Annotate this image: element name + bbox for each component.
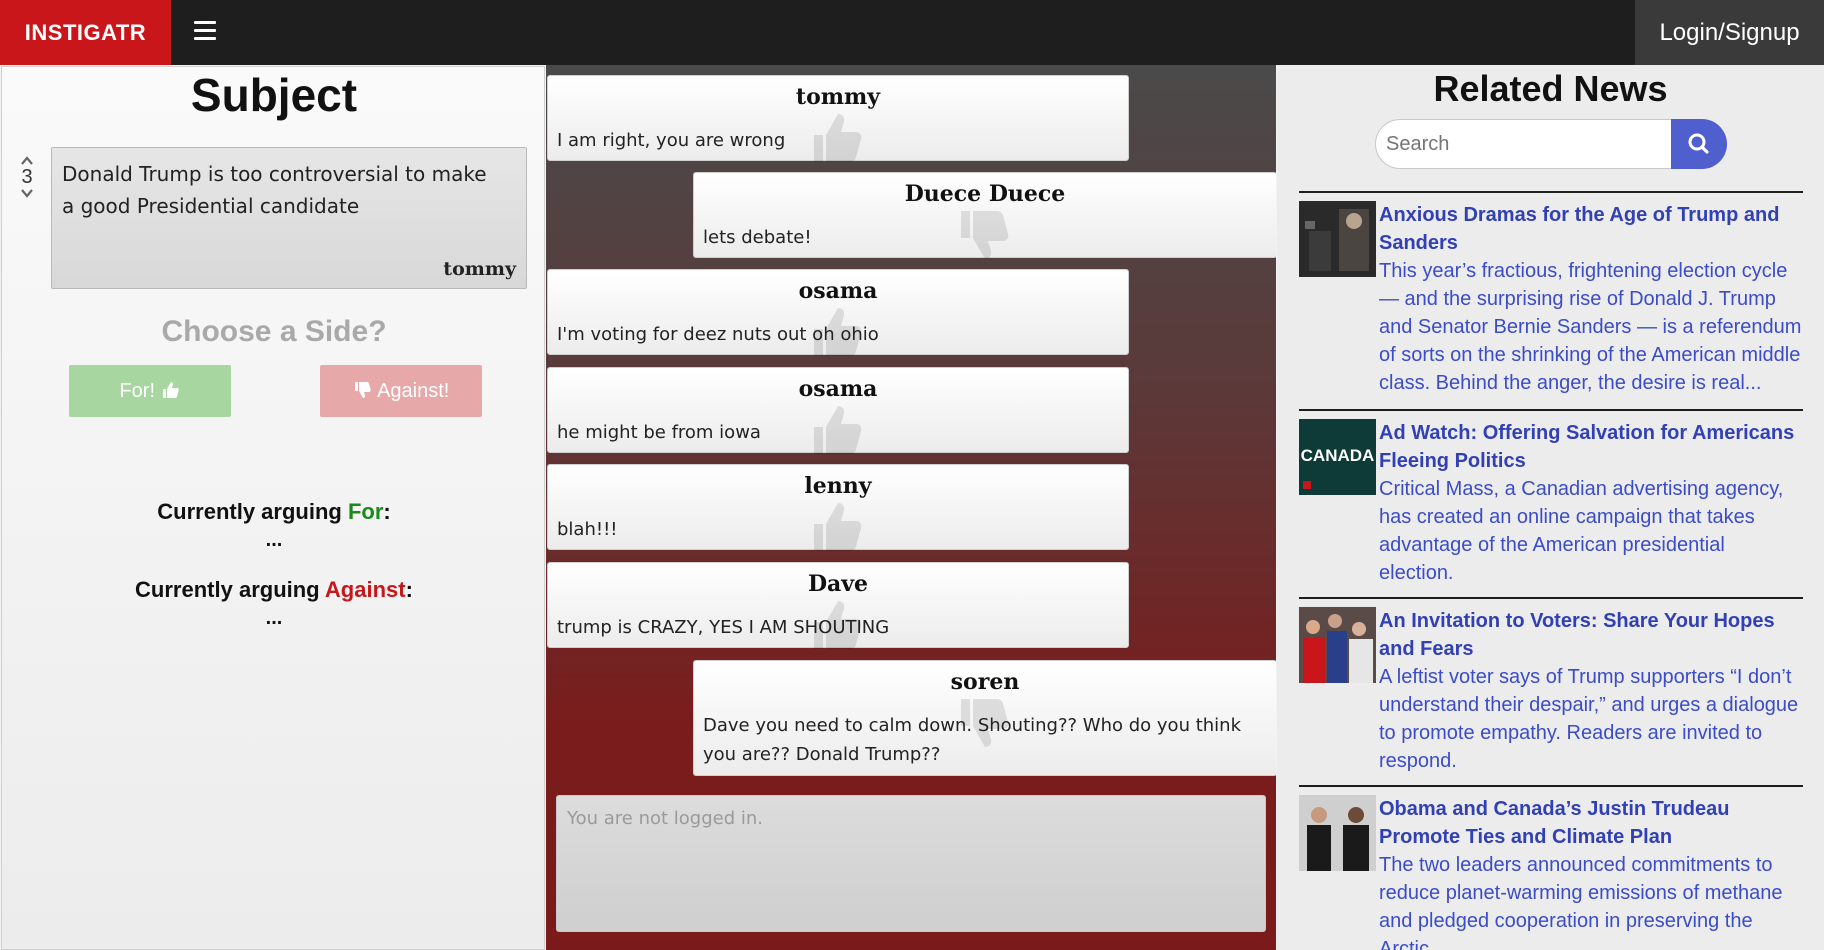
currently-arguing-against: Currently arguing Against: bbox=[2, 577, 546, 603]
news-search-input[interactable] bbox=[1376, 120, 1666, 168]
news-thumbnail bbox=[1299, 201, 1376, 277]
news-description: The two leaders announced commitments to… bbox=[1379, 854, 1783, 950]
related-news-heading: Related News bbox=[1433, 68, 1668, 109]
arguing-against-list: ... bbox=[265, 607, 283, 629]
subject-text: Donald Trump is too controversial to mak… bbox=[62, 162, 487, 218]
message-card: osama he might be from iowa bbox=[547, 367, 1129, 454]
news-description: A leftist voter says of Trump supporters… bbox=[1379, 666, 1799, 772]
choose-side-label: Choose a Side? bbox=[161, 315, 387, 348]
news-title-link[interactable]: Obama and Canada’s Justin Trudeau Promot… bbox=[1379, 795, 1803, 851]
arguing-for-word: For bbox=[347, 499, 384, 524]
message-card: tommy I am right, you are wrong bbox=[547, 75, 1129, 162]
message-card: soren Dave you need to calm down. Shouti… bbox=[693, 660, 1276, 776]
subject-author[interactable]: tommy bbox=[443, 258, 516, 280]
news-title-link[interactable]: An Invitation to Voters: Share Your Hope… bbox=[1379, 607, 1803, 663]
news-title-link[interactable]: Ad Watch: Offering Salvation for America… bbox=[1379, 419, 1803, 475]
message-text: I am right, you are wrong bbox=[557, 130, 786, 151]
message-author[interactable]: Dave bbox=[548, 571, 1128, 597]
message-input[interactable] bbox=[557, 796, 1265, 931]
currently-arguing-for: Currently arguing For: bbox=[2, 499, 546, 525]
message-author[interactable]: osama bbox=[548, 376, 1128, 402]
news-search-button[interactable] bbox=[1671, 119, 1727, 169]
message-author[interactable]: soren bbox=[694, 669, 1276, 695]
subject-panel: Subject 3 Donald Trump is too controvers… bbox=[1, 66, 545, 950]
arguing-against-colon: : bbox=[405, 577, 413, 602]
news-item[interactable]: Obama and Canada’s Justin Trudeau Promot… bbox=[1299, 785, 1803, 950]
vote-count: 3 bbox=[21, 166, 33, 188]
for-button[interactable]: For! bbox=[69, 365, 231, 417]
message-text: I'm voting for deez nuts out oh ohio bbox=[557, 324, 879, 345]
arguing-for-prefix: Currently arguing bbox=[157, 499, 348, 524]
arguing-against-prefix: Currently arguing bbox=[135, 577, 325, 602]
news-item[interactable]: An Invitation to Voters: Share Your Hope… bbox=[1299, 597, 1803, 787]
news-title-link[interactable]: Anxious Dramas for the Age of Trump and … bbox=[1379, 201, 1803, 257]
message-author[interactable]: tommy bbox=[548, 84, 1128, 110]
message-author[interactable]: lenny bbox=[548, 473, 1128, 499]
news-item[interactable]: CANADA Ad Watch: Offering Salvation for … bbox=[1299, 409, 1803, 599]
arguing-against-word: Against bbox=[324, 577, 406, 602]
debate-chat-panel: tommy I am right, you are wrong Duece Du… bbox=[546, 65, 1276, 950]
message-author[interactable]: Duece Duece bbox=[694, 181, 1276, 207]
message-text: blah!!! bbox=[557, 519, 618, 540]
message-card: Duece Duece lets debate! bbox=[693, 172, 1276, 259]
thumbs-down-icon bbox=[354, 382, 371, 398]
message-card: lenny blah!!! bbox=[547, 464, 1129, 551]
news-thumbnail bbox=[1299, 607, 1376, 683]
subject-heading: Subject bbox=[190, 69, 358, 121]
for-button-label: For! bbox=[119, 380, 155, 402]
hamburger-menu-icon[interactable] bbox=[194, 21, 216, 41]
related-news-panel: Related News Anxious Dramas for the Age … bbox=[1277, 65, 1824, 950]
subject-card: Donald Trump is too controversial to mak… bbox=[51, 147, 527, 289]
message-text: trump is CRAZY, YES I AM SHOUTING bbox=[557, 617, 890, 638]
login-signup-button[interactable]: Login/Signup bbox=[1635, 0, 1824, 65]
news-thumbnail: CANADA bbox=[1299, 419, 1376, 495]
news-item[interactable]: Anxious Dramas for the Age of Trump and … bbox=[1299, 191, 1803, 411]
search-icon bbox=[1688, 133, 1709, 154]
against-button[interactable]: Against! bbox=[320, 365, 482, 417]
message-text: he might be from iowa bbox=[557, 422, 761, 443]
thumbs-up-icon bbox=[162, 382, 179, 398]
against-button-label: Against! bbox=[377, 380, 450, 402]
message-text: Dave you need to calm down. Shouting?? W… bbox=[703, 715, 1241, 765]
downvote-chevron-icon[interactable] bbox=[21, 187, 33, 199]
news-search-box bbox=[1375, 119, 1685, 169]
message-text: lets debate! bbox=[703, 227, 812, 248]
message-card: osama I'm voting for deez nuts out oh oh… bbox=[547, 269, 1129, 356]
news-description: This year’s fractious, frightening elect… bbox=[1379, 260, 1802, 394]
arguing-for-list: ... bbox=[265, 529, 283, 551]
message-author[interactable]: osama bbox=[548, 278, 1128, 304]
news-description: Critical Mass, a Canadian advertising ag… bbox=[1379, 478, 1784, 584]
news-thumbnail bbox=[1299, 795, 1376, 871]
vote-control: 3 bbox=[16, 155, 38, 199]
top-navbar: INSTIGATR Login/Signup bbox=[0, 0, 1824, 65]
message-compose-box bbox=[556, 795, 1266, 932]
thumbnail-text: CANADA bbox=[1301, 446, 1375, 465]
arguing-for-colon: : bbox=[383, 499, 391, 524]
message-card: Dave trump is CRAZY, YES I AM SHOUTING bbox=[547, 562, 1129, 649]
brand-logo[interactable]: INSTIGATR bbox=[0, 0, 171, 65]
